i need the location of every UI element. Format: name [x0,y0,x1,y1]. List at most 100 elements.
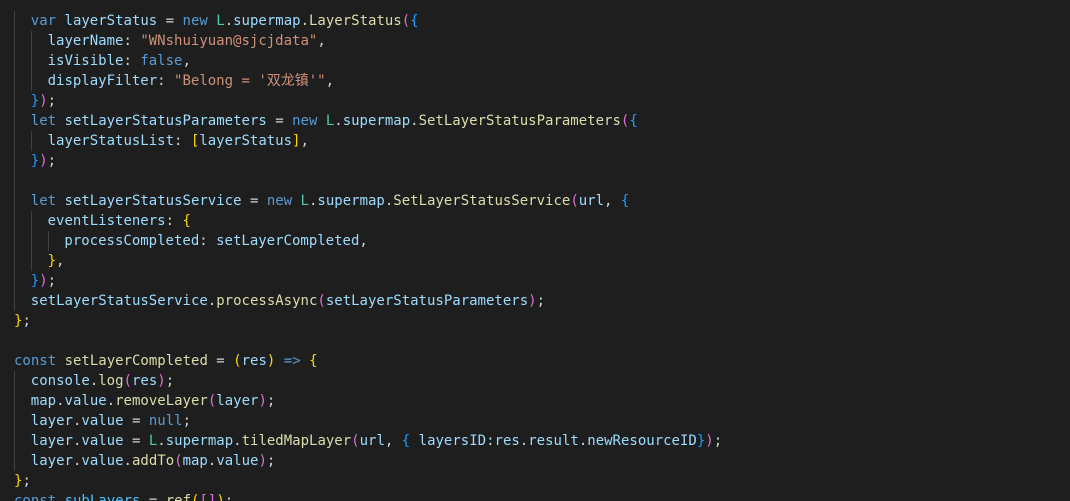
code-token: var [30,13,65,29]
code-token: : [123,53,141,69]
code-token: new [266,193,301,209]
code-token: supermap [342,113,411,129]
code-token: ref [165,493,192,501]
code-token: . [123,453,132,469]
code-token: ) [157,373,166,389]
code-token: { [620,193,630,209]
code-token: ) [258,453,267,469]
code-token: , [325,73,335,89]
code-token: . [578,433,588,449]
code-text: layer.value = null; [31,411,191,431]
code-token: addTo [131,453,175,469]
code-text: const subLayers = ref([]); [14,491,233,501]
code-token: map [30,393,57,409]
code-text: eventListeners: { [48,211,191,231]
code-token: { [182,213,191,229]
code-token: ; [266,453,276,469]
code-token: ( [351,433,360,449]
code-token: SetLayerStatusService [393,193,571,209]
indent-guide [14,71,15,91]
code-token: value [81,453,124,469]
code-token: ) [528,293,537,309]
code-token: ; [266,393,276,409]
code-token: ) [39,93,48,109]
code-token: . [410,113,419,129]
code-token: L [300,193,309,209]
code-editor[interactable]: var layerStatus = new L.supermap.LayerSt… [0,0,1070,501]
code-token: layerStatusList [47,133,175,149]
code-token: new [292,113,326,129]
code-token: . [519,433,529,449]
code-token: const [14,493,65,501]
code-token: setLayerCompleted [64,353,208,369]
code-token: result [528,433,579,449]
code-token: = [123,413,149,429]
code-text: map.value.removeLayer(layer); [31,391,276,411]
code-text: isVisible: false, [48,51,191,71]
code-text: displayFilter: "Belong = '双龙镇'", [48,71,334,91]
code-token: , [300,133,309,149]
code-token: L [216,13,225,29]
code-token: layer [216,393,259,409]
code-token: res [131,373,158,389]
code-token: ; [182,413,191,429]
code-token: } [30,273,40,289]
code-token: ( [401,13,411,29]
code-token: : [165,213,183,229]
code-text: }); [31,91,56,111]
code-token: ; [536,293,546,309]
code-token: = [266,113,293,129]
code-token: layerStatus [199,133,293,149]
code-token: ; [22,313,31,329]
code-token: processAsync [216,293,318,309]
code-token: . [106,393,116,409]
indent-guide [30,131,32,151]
code-token: const [14,353,65,369]
code-token: ( [317,293,326,309]
code-token: ) [216,493,225,501]
code-token: : [174,133,191,149]
code-token: } [30,153,40,169]
code-token: , [317,33,326,49]
code-text: }; [14,311,31,331]
indent-guide [30,211,32,231]
code-token: ) [258,393,267,409]
code-token: { [410,13,419,29]
code-token: url [578,193,605,209]
code-token: eventListeners [47,213,166,229]
code-token: . [300,13,309,29]
code-token: = [207,353,234,369]
code-token: setLayerStatusParameters [325,293,529,309]
code-text: let setLayerStatusService = new L.superm… [31,191,630,211]
code-token: { [401,433,411,449]
code-token: : [157,73,175,89]
code-token: value [81,413,124,429]
code-token: false [140,53,183,69]
code-token: layerStatus [64,13,158,29]
code-token: { [309,353,318,369]
code-token: ( [233,353,242,369]
code-text: }, [48,251,65,271]
code-token: supermap [233,13,301,29]
indent-guide [30,51,32,71]
code-token: ) [705,433,714,449]
code-token: SetLayerStatusParameters [418,113,621,129]
code-token: value [64,393,107,409]
code-token: supermap [317,193,385,209]
indent-guide [14,251,15,271]
code-token: layer [30,433,73,449]
indent-guide [14,451,15,471]
indent-guide [30,71,32,91]
code-token: . [334,113,343,129]
code-token: ( [570,193,579,209]
indent-guide [14,211,15,231]
indent-guide [14,171,15,191]
code-token: processCompleted [64,233,200,249]
code-token: console [30,373,90,389]
code-token: supermap [165,433,234,449]
code-token: . [224,13,234,29]
indent-guide [14,391,15,411]
code-text: layerName: "WNshuiyuan@sjcjdata", [48,31,326,51]
